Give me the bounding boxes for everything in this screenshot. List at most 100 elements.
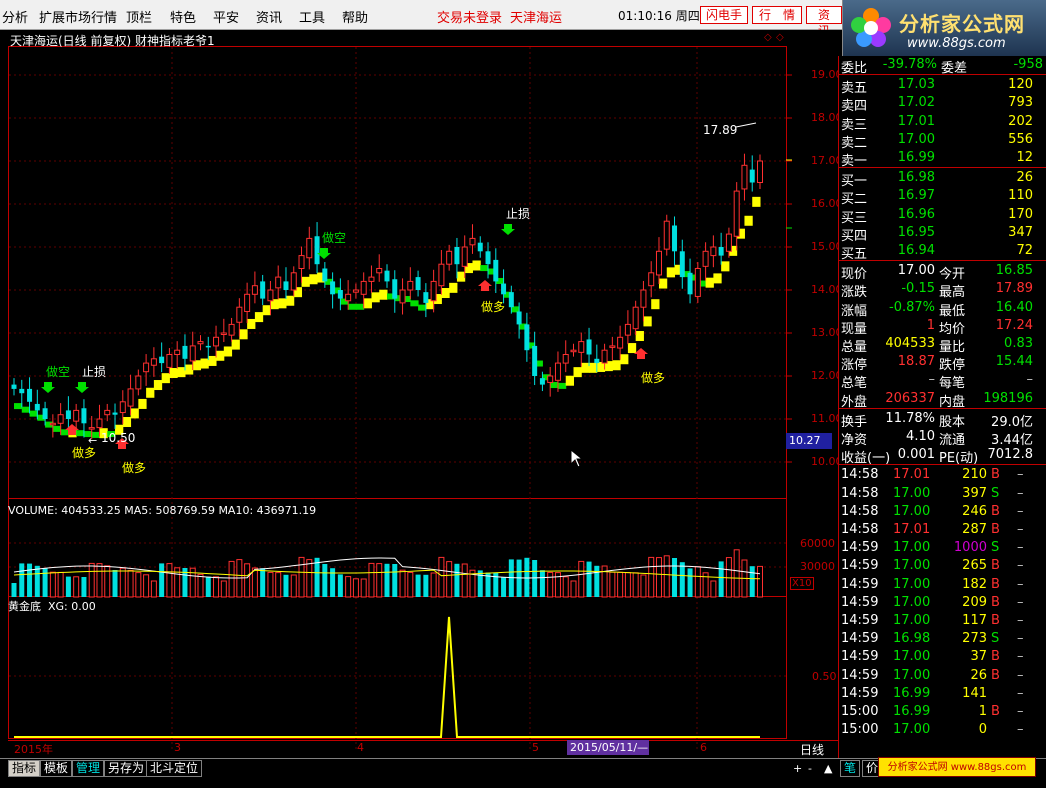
trend-segment [565,375,574,386]
tab-save-as[interactable]: 另存为 [104,760,149,777]
menu-info[interactable]: 资讯 [256,7,282,26]
candle-body [725,233,732,252]
info-button[interactable]: 资 讯 [806,6,842,38]
fund-row: 收益(一) 0.001 PE(动) 7012.8 [839,446,1046,466]
trend-segment [511,306,520,313]
trend-segment [666,267,676,278]
candle-body [392,279,398,299]
trend-segment [441,288,450,299]
candle-body [127,388,134,407]
stat-row: 总量 404533 量比 0.83 [839,335,1046,355]
gold-indicator [14,616,760,738]
volume-bar [290,574,297,598]
candle-body [112,412,118,415]
flash-trade-button[interactable]: 闪电手 [700,6,748,24]
volume-bar [477,570,483,597]
x-axis-may: 5 [532,741,539,754]
tick-time: 14:59 [841,613,879,628]
tab-ticks[interactable]: 笔 [840,760,861,777]
volume-bar [166,563,173,598]
bid-row: 买二 16.97 110 [839,187,1046,207]
fund-value-2: 3.44亿 [991,433,1033,448]
quote-separator [839,260,1046,262]
chart-area[interactable]: 天津海运(日线 前复权) 财神指标老爷1 ◇ ◇ 19.00 18.00 17.00… [0,30,843,758]
kline-chart[interactable] [0,30,838,758]
tick-dash: – [1017,576,1024,592]
wc-label: 委差 [941,61,968,76]
trend-segment [161,373,170,384]
fund-label: 净资 [841,433,868,448]
gold-indicator-line [14,616,760,738]
menu-help[interactable]: 帮助 [342,7,368,26]
expand-icon[interactable]: ◇ [764,32,772,43]
volume-bar [119,567,126,598]
volume-bar [96,563,103,598]
volume-bar [88,562,95,598]
settings-icon[interactable]: ◇ [776,32,784,43]
stat-label-2: 内盘 [939,394,966,410]
menu-pingan[interactable]: 平安 [213,7,239,26]
tab-template[interactable]: 模板 [40,760,73,777]
zoom-out-icon[interactable]: - [808,762,812,775]
tick-dash: – [1017,522,1024,537]
tick-side: B [991,522,1000,537]
trend-segment [456,271,466,282]
ask-price: 16.99 [897,150,935,165]
volume-bar [143,574,150,598]
volume-bar [501,577,507,597]
ask-volume: 202 [1008,113,1033,129]
menu-special[interactable]: 特色 [170,7,196,26]
candle-body [423,292,429,303]
menu-analysis[interactable]: 分析 [2,7,28,26]
volume-bar [578,560,585,598]
stat-label: 现量 [841,321,868,337]
vol-axis-60000: 60000 [800,537,835,550]
menu-tools[interactable]: 工具 [299,7,325,26]
ask-row: 卖五 17.03 120 [839,76,1046,97]
tick-side: B [991,558,1000,574]
menu-topbar[interactable]: 顶栏 [126,7,152,26]
volume-bar [733,549,740,598]
bid-price: 16.96 [897,206,935,222]
candle-body [314,236,320,265]
scroll-up-icon[interactable]: ▲ [824,762,832,775]
stat-label-2: 跌停 [939,358,966,374]
trend-segment [192,360,201,371]
tab-beidou[interactable]: 北斗定位 [146,760,203,777]
quote-button[interactable]: 行 情 [752,6,802,24]
volume-bar [547,571,554,598]
candle-body [710,246,717,257]
volume-bar [213,576,220,598]
trend-segment [239,329,248,340]
stat-row: 涨幅 -0.87% 最低 16.40 [839,299,1046,319]
candle-body [687,272,693,295]
candle-body [159,356,165,364]
tick-price: 16.98 [893,631,931,647]
menu-ext-market[interactable]: 扩展市场行情 [39,7,117,26]
period-label[interactable]: 日线 [800,741,824,758]
tab-manage[interactable]: 管理 [72,760,105,777]
candle-body [578,341,585,353]
tick-volume: 1 [978,704,987,719]
candle-body [446,250,453,265]
login-status[interactable]: 交易未登录 [437,7,502,26]
mouse-cursor-icon [570,449,584,468]
stat-label-2: 量比 [939,340,966,355]
volume-bar [594,565,600,597]
long-signal-label-2: 做多 [122,461,147,475]
stat-label-2: 均价 [939,321,966,337]
stat-label: 涨幅 [841,303,868,319]
ask-label: 卖五 [841,81,868,97]
tab-indicator[interactable]: 指标 [8,760,41,777]
tick-row: 14:59 17.00 37 B – [839,648,1046,666]
volume-bar [306,559,313,598]
stat-label: 涨跌 [841,285,868,301]
trend-segment [355,303,365,310]
candle-body [749,169,755,183]
candle-body [586,339,592,355]
quote-separator [839,74,1046,76]
volume-bar [672,558,678,597]
zoom-in-icon[interactable]: + [793,762,802,775]
tick-price: 17.00 [893,667,931,683]
site-banner[interactable]: 分析家公式网 www.88gs.com [878,757,1036,777]
